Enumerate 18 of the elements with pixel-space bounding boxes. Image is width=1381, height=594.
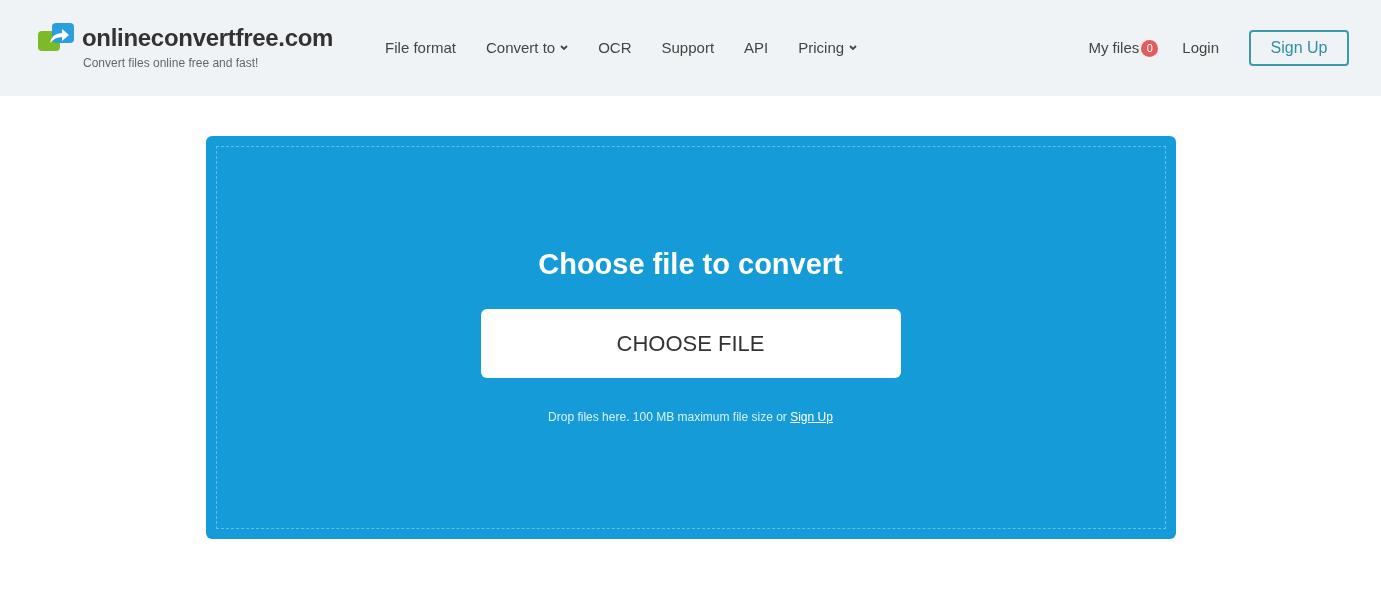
upload-title: Choose file to convert [538, 247, 843, 282]
choose-file-button[interactable]: CHOOSE FILE [480, 308, 901, 378]
nav-link[interactable]: Pricing [798, 36, 858, 60]
site-name[interactable]: onlineconvertfree.com [82, 20, 334, 56]
nav-link[interactable]: File format [385, 36, 456, 60]
logo-icon [38, 23, 76, 53]
drop-zone[interactable]: Choose file to convert CHOOSE FILE Drop files here. 100 MB maximum file size or Sign Up [215, 146, 1166, 529]
nav-link[interactable]: OCR [598, 36, 632, 60]
tagline: Convert files online free and fast! [83, 55, 260, 72]
chevron-down-icon [849, 45, 858, 51]
drop-note: Drop files here. 100 MB maximum file size or Sign Up [548, 408, 833, 426]
nav-link[interactable]: API [744, 36, 769, 60]
chevron-down-icon [560, 45, 569, 51]
nav-link[interactable]: Support [661, 36, 715, 60]
nav-link[interactable]: Convert to [485, 36, 569, 60]
count-badge: 0 [1141, 39, 1159, 57]
my-files-link[interactable]: My files 0 [1088, 36, 1159, 60]
login-link[interactable]: Login [1182, 36, 1219, 60]
